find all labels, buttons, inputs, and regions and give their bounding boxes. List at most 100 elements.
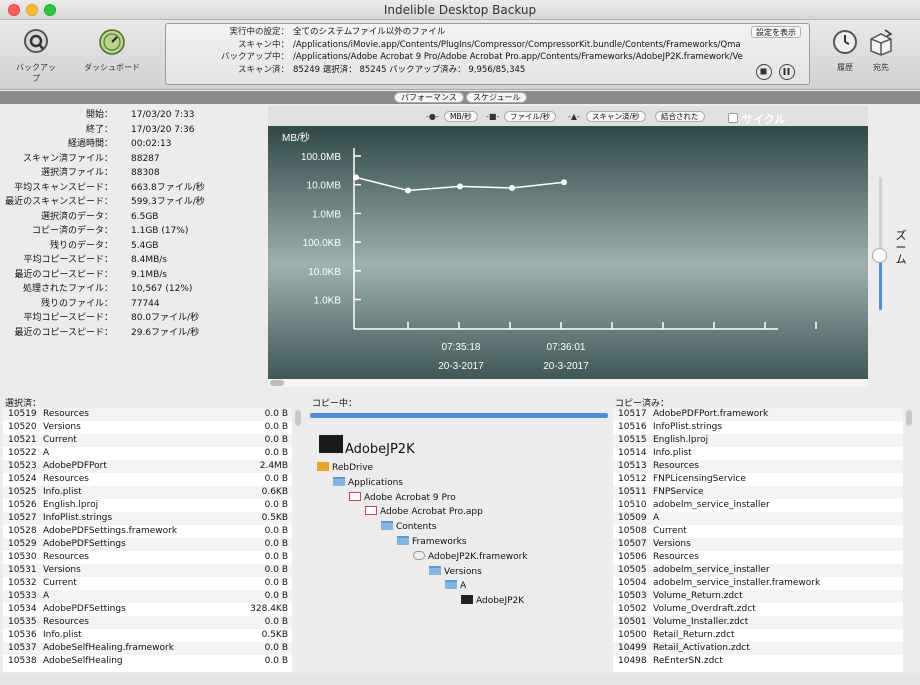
history-label: 履歴	[837, 63, 853, 72]
copied-list-row[interactable]: 10512 FNPLicensingService	[613, 473, 903, 486]
copied-list-row[interactable]: 10506 Resources	[613, 551, 903, 564]
row-number: 10501	[618, 617, 647, 627]
stat-label: 平均コピースピード：	[23, 255, 113, 265]
tree-node: Applications	[333, 476, 403, 490]
legend-files-toggle[interactable]: ファイル/秒	[504, 111, 557, 122]
copied-list-row[interactable]: 10498 ReEnterSN.zdct	[613, 655, 903, 668]
selected-list-row[interactable]: 10532 Current 0.0 B	[3, 577, 292, 590]
selected-list-row[interactable]: 10523 AdobePDFPort 2.4MB	[3, 460, 292, 473]
selected-list-row[interactable]: 10530 Resources 0.0 B	[3, 551, 292, 564]
selected-list-row[interactable]: 10527 InfoPlist.strings 0.5KB	[3, 512, 292, 525]
chart-horizontal-scrollbar[interactable]	[268, 379, 868, 387]
show-settings-button[interactable]: 設定を表示	[751, 26, 801, 38]
destination-button[interactable]: 宛先	[866, 28, 896, 73]
copied-list-row[interactable]: 10503 Volume_Return.zdct	[613, 590, 903, 603]
row-name: Versions	[43, 565, 81, 575]
close-window-button[interactable]	[8, 4, 20, 16]
selected-list-row[interactable]: 10531 Versions 0.0 B	[3, 564, 292, 577]
stat-label: 終了：	[85, 124, 113, 135]
copied-list-row[interactable]: 10509 A	[613, 512, 903, 525]
folder-icon	[333, 476, 345, 486]
history-button[interactable]: 履歴	[830, 28, 860, 73]
copied-list-row[interactable]: 10504 adobelm_service_installer.framework	[613, 577, 903, 590]
selected-list-row[interactable]: 10538 AdobeSelfHealing 0.0 B	[3, 655, 292, 668]
selected-list-row[interactable]: 10519 Resources 0.0 B	[3, 408, 292, 421]
destination-label: 宛先	[873, 63, 889, 72]
copied-list[interactable]: 10517 AdobePDFPort.framework 10516 InfoPlis…	[613, 408, 903, 672]
chart-scroll-thumb[interactable]	[270, 380, 284, 386]
dashboard-button[interactable]: ダッシュボード	[80, 28, 144, 73]
selected-list[interactable]: 10519 Resources 0.0 B 10520 Versions 0.0 B 105…	[3, 408, 292, 672]
minimize-window-button[interactable]	[26, 4, 38, 16]
stop-button[interactable]	[756, 64, 772, 80]
tree-node: AdobeJP2K	[461, 595, 524, 608]
selected-list-row[interactable]: 10534 AdobePDFSettings 328.4KB	[3, 603, 292, 616]
copied-list-row[interactable]: 10514 Info.plist	[613, 447, 903, 460]
row-name: English.lproj	[653, 435, 709, 445]
row-number: 10536	[8, 630, 37, 640]
y-tick-label: 1.0KB	[314, 296, 342, 307]
stat-label: 最近のコピースピード：	[14, 269, 113, 280]
running-label: 実行中の設定：	[229, 27, 289, 37]
copied-list-row[interactable]: 10513 Resources	[613, 460, 903, 473]
stat-row: 残りのファイル： 77744	[0, 297, 268, 311]
row-name: ReEnterSN.zdct	[653, 656, 723, 666]
copied-list-row[interactable]: 10510 adobelm_service_installer	[613, 499, 903, 512]
data-point	[509, 184, 515, 191]
selected-list-row[interactable]: 10522 A 0.0 B	[3, 447, 292, 460]
copied-list-row[interactable]: 10499 Retail_Activation.zdct	[613, 642, 903, 655]
row-name: Volume_Overdraft.zdct	[653, 604, 756, 614]
row-number: 10534	[8, 604, 37, 614]
stat-value: 88308	[131, 168, 160, 178]
selected-list-row[interactable]: 10524 Resources 0.0 B	[3, 473, 292, 486]
copied-list-row[interactable]: 10500 Retail_Return.zdct	[613, 629, 903, 642]
row-number: 10513	[618, 461, 647, 471]
history-icon	[833, 30, 857, 54]
copied-list-row[interactable]: 10507 Versions	[613, 538, 903, 551]
stat-value: 80.0ファイル/秒	[131, 313, 200, 323]
copied-list-row[interactable]: 10502 Volume_Overdraft.zdct	[613, 603, 903, 616]
selected-list-row[interactable]: 10537 AdobeSelfHealing.framework 0.0 B	[3, 642, 292, 655]
row-size: 0.0 B	[264, 435, 288, 445]
stat-value: 29.6ファイル/秒	[131, 327, 200, 338]
row-number: 10520	[8, 422, 37, 432]
selected-list-row[interactable]: 10533 A 0.0 B	[3, 590, 292, 603]
zoom-slider-knob[interactable]	[872, 248, 887, 263]
copied-list-row[interactable]: 10511 FNPService	[613, 486, 903, 499]
copied-list-row[interactable]: 10517 AdobePDFPort.framework	[613, 408, 903, 421]
scanning-value: /Applications/iMovie.app/Contents/PlugIn…	[293, 40, 741, 50]
legend-mbps-toggle[interactable]: MB/秒	[444, 111, 478, 122]
row-name: A	[653, 513, 660, 523]
copied-list-row[interactable]: 10515 English.lproj	[613, 434, 903, 447]
selected-list-row[interactable]: 10528 AdobePDFSettings.framework 0.0 B	[3, 525, 292, 538]
backup-button[interactable]: バックアップ	[14, 28, 58, 84]
tab-performance[interactable]: パフォーマンス	[394, 92, 464, 103]
row-number: 10505	[618, 565, 647, 575]
binary-icon	[461, 595, 473, 605]
tab-schedule[interactable]: スケジュール	[466, 92, 528, 103]
copied-list-scrollbar[interactable]	[906, 410, 912, 426]
stat-label: 平均スキャンスピード：	[14, 182, 113, 193]
copied-list-row[interactable]: 10516 InfoPlist.strings	[613, 421, 903, 434]
selected-list-row[interactable]: 10529 AdobePDFSettings 0.0 B	[3, 538, 292, 551]
copied-list-row[interactable]: 10508 Current	[613, 525, 903, 538]
pause-button[interactable]	[779, 64, 795, 80]
selected-list-row[interactable]: 10526 English.lproj 0.0 B	[3, 499, 292, 512]
data-point	[405, 187, 411, 194]
zoom-window-button[interactable]	[44, 4, 56, 16]
row-name: FNPLicensingService	[653, 474, 746, 484]
copied-list-row[interactable]: 10501 Volume_Installer.zdct	[613, 616, 903, 629]
legend-scanned-toggle[interactable]: スキャン済/秒	[586, 111, 646, 122]
row-name: Volume_Return.zdct	[653, 591, 743, 601]
scanning-label: スキャン中：	[237, 40, 289, 50]
selected-list-row[interactable]: 10525 Info.plist 0.6KB	[3, 486, 292, 499]
cycle-checkbox[interactable]	[728, 113, 738, 123]
legend-combined-toggle[interactable]: 結合された	[655, 111, 705, 122]
selected-list-row[interactable]: 10520 Versions 0.0 B	[3, 421, 292, 434]
selected-list-row[interactable]: 10521 Current 0.0 B	[3, 434, 292, 447]
selected-list-scrollbar[interactable]	[295, 410, 301, 426]
copied-list-row[interactable]: 10505 adobelm_service_installer	[613, 564, 903, 577]
selected-list-row[interactable]: 10536 Info.plist 0.5KB	[3, 629, 292, 642]
selected-list-row[interactable]: 10535 Resources 0.0 B	[3, 616, 292, 629]
document-icon	[349, 491, 361, 501]
